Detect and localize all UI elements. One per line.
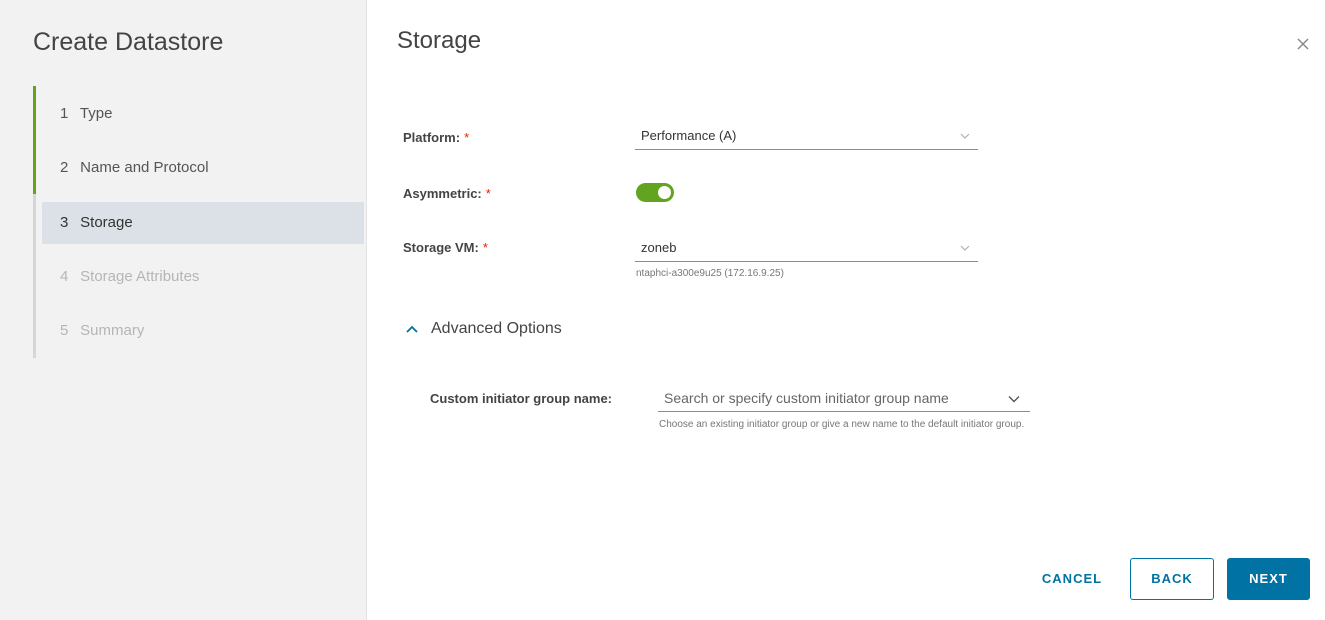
wizard-content: Storage Platform: * Performance (A) Asymm… <box>367 0 1325 620</box>
toggle-knob <box>658 186 671 199</box>
initiator-group-label: Custom initiator group name: <box>430 391 612 406</box>
step-type[interactable]: 1 Type <box>42 93 364 135</box>
asymmetric-label: Asymmetric: * <box>403 186 491 201</box>
required-marker: * <box>485 186 491 201</box>
chevron-up-icon <box>406 325 418 333</box>
initiator-group-helper: Choose an existing initiator group or gi… <box>659 419 1025 430</box>
next-button[interactable]: NEXT <box>1227 558 1310 600</box>
step-number: 2 <box>60 159 69 176</box>
initiator-group-input[interactable] <box>658 386 1004 410</box>
step-number: 4 <box>60 268 69 285</box>
platform-value: Performance (A) <box>641 128 737 143</box>
platform-label: Platform: * <box>403 130 469 145</box>
chevron-down-icon <box>960 245 970 251</box>
advanced-options-label: Advanced Options <box>431 320 562 337</box>
steps-progress-bar <box>33 86 36 194</box>
step-number: 5 <box>60 322 69 339</box>
step-label: Storage <box>80 214 133 231</box>
storage-vm-label-text: Storage VM: <box>403 240 479 255</box>
wizard-sidebar: Create Datastore 1 Type 2 Name and Proto… <box>0 0 367 620</box>
storage-vm-select[interactable]: zoneb <box>635 236 978 262</box>
asymmetric-toggle[interactable] <box>636 183 674 202</box>
step-label: Summary <box>80 322 145 339</box>
step-number: 3 <box>60 214 69 231</box>
step-summary: 5 Summary <box>42 310 364 352</box>
step-label: Storage Attributes <box>80 268 200 285</box>
step-storage-attributes: 4 Storage Attributes <box>42 256 364 298</box>
platform-select[interactable]: Performance (A) <box>635 124 978 150</box>
step-number: 1 <box>60 105 69 122</box>
cancel-button[interactable]: CANCEL <box>1032 558 1112 600</box>
initiator-group-combobox[interactable] <box>658 386 1030 412</box>
storage-vm-helper: ntaphci-a300e9u25 (172.16.9.25) <box>636 268 784 279</box>
step-label: Name and Protocol <box>80 159 209 176</box>
required-marker: * <box>464 130 470 145</box>
asymmetric-label-text: Asymmetric: <box>403 186 482 201</box>
page-title: Storage <box>397 27 482 54</box>
chevron-down-icon[interactable] <box>1008 395 1020 403</box>
wizard-steps: 1 Type 2 Name and Protocol 3 Storage 4 S… <box>33 86 364 358</box>
chevron-down-icon <box>960 133 970 139</box>
wizard-title: Create Datastore <box>33 28 224 56</box>
close-icon[interactable] <box>1295 36 1311 52</box>
step-label: Type <box>79 105 113 122</box>
storage-vm-value: zoneb <box>641 240 677 255</box>
step-name-and-protocol[interactable]: 2 Name and Protocol <box>42 147 364 189</box>
advanced-options-toggle[interactable]: Advanced Options <box>405 320 562 338</box>
storage-vm-label: Storage VM: * <box>403 240 488 255</box>
back-button[interactable]: BACK <box>1130 558 1214 600</box>
step-storage[interactable]: 3 Storage <box>42 202 364 244</box>
required-marker: * <box>482 240 488 255</box>
platform-label-text: Platform: <box>403 130 461 145</box>
